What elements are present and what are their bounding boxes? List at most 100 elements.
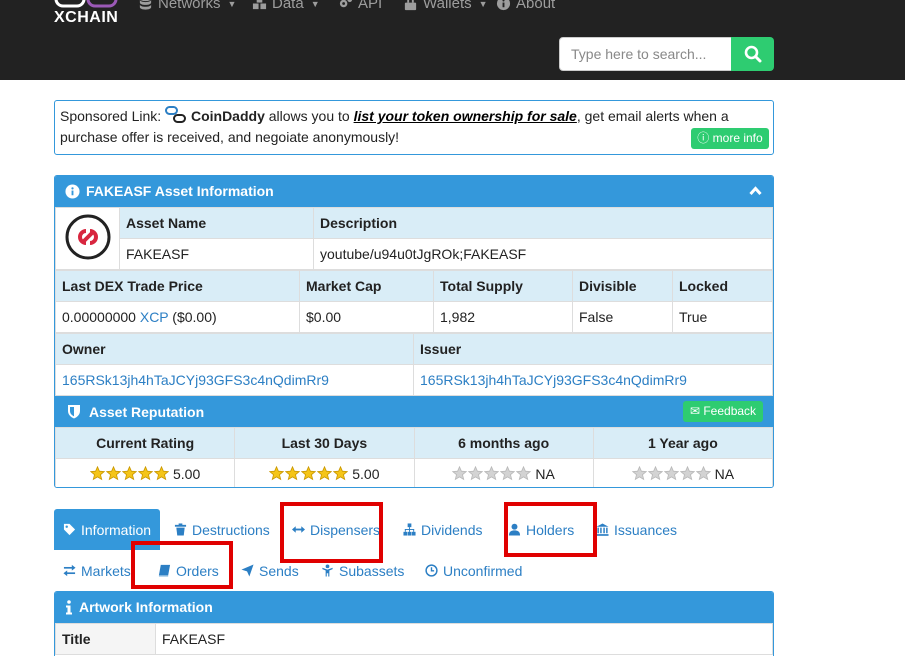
sponsor-link[interactable]: list your token ownership for sale <box>354 108 577 124</box>
star-filled-icon <box>106 466 121 481</box>
feedback-button[interactable]: ✉ Feedback <box>683 401 763 422</box>
more-info-button[interactable]: ⓘ more info <box>691 128 769 149</box>
top-navbar: XCHAIN Networks ▼ Data ▼ API Wallets ▼ A… <box>0 0 905 80</box>
locked-value: True <box>672 301 773 333</box>
tab-sends-label: Sends <box>259 562 299 579</box>
clock-icon <box>425 564 438 577</box>
cubes-icon <box>252 0 267 10</box>
star-empty-icon <box>468 466 484 481</box>
info-circle-icon <box>496 0 511 11</box>
rating-cell-30-days: 5.00 <box>234 458 415 487</box>
star-empty-icon <box>647 466 663 481</box>
search-input[interactable] <box>559 37 732 71</box>
artwork-title-value: FAKEASF <box>155 623 773 655</box>
chevron-up-icon[interactable] <box>749 185 762 197</box>
rating-value: 5.00 <box>352 466 380 482</box>
brand-name[interactable]: XCHAIN <box>54 9 118 27</box>
search-button[interactable] <box>731 37 774 71</box>
price-usd: ($0.00) <box>172 309 217 325</box>
star-filled-icon <box>154 466 169 481</box>
tab-information-label: Information <box>81 521 152 538</box>
description-value: youtube/u94u0tJgROk;FAKEASF <box>313 238 773 270</box>
bank-icon <box>596 523 609 536</box>
asset-icon-cell <box>55 207 120 270</box>
owner-address-link[interactable]: 165RSk13jh4hTaJCYj93GFS3c4nQdimRr9 <box>55 364 414 396</box>
asset-info-title: FAKEASF Asset Information <box>86 183 274 199</box>
info-icon <box>66 600 72 615</box>
artwork-info-title: Artwork Information <box>79 599 213 615</box>
caret-down-icon: ▼ <box>478 0 488 9</box>
tab-dividends-label: Dividends <box>421 521 483 538</box>
coindaddy-logo-icon <box>165 106 187 123</box>
asset-icon <box>65 214 110 260</box>
star-filled-icon <box>285 466 301 481</box>
nav-api[interactable]: API <box>338 0 382 12</box>
nav-about[interactable]: About <box>496 0 555 12</box>
database-icon <box>139 0 152 10</box>
asset-info-header: FAKEASF Asset Information <box>55 176 773 207</box>
market-cap-value: $0.00 <box>299 301 434 333</box>
last-dex-price-header: Last DEX Trade Price <box>55 270 300 302</box>
tab-destructions[interactable]: Destructions <box>165 509 279 550</box>
total-supply-header: Total Supply <box>433 270 573 302</box>
artwork-title-label: Title <box>55 623 156 655</box>
tab-issuances[interactable]: Issuances <box>587 509 686 550</box>
tab-unconfirmed[interactable]: Unconfirmed <box>416 550 531 591</box>
tab-holders-label: Holders <box>526 521 575 538</box>
star-filled-icon <box>122 466 137 481</box>
nav-wallets-label: Wallets <box>423 0 472 12</box>
rating-value: NA <box>714 466 735 482</box>
user-icon <box>508 523 521 536</box>
star-filled-icon <box>138 466 153 481</box>
arrows-h-icon <box>292 526 305 533</box>
search-icon <box>744 45 761 63</box>
rating-header-6-months: 6 months ago <box>413 427 594 459</box>
star-rating <box>452 466 532 481</box>
tab-dividends[interactable]: Dividends <box>394 509 491 550</box>
tab-issuances-label: Issuances <box>614 521 678 538</box>
tab-sends[interactable]: Sends <box>232 550 308 591</box>
send-icon <box>241 564 254 577</box>
owner-header: Owner <box>55 333 414 365</box>
tab-markets[interactable]: Markets <box>54 550 140 591</box>
nav-networks[interactable]: Networks ▼ <box>138 0 236 12</box>
tab-subassets[interactable]: Subassets <box>312 550 413 591</box>
tag-icon <box>63 523 76 536</box>
tab-information[interactable]: Information <box>54 509 161 550</box>
tab-markets-label: Markets <box>81 562 131 579</box>
star-empty-icon <box>663 466 679 481</box>
nav-wallets[interactable]: Wallets ▼ <box>403 0 488 12</box>
star-filled-icon <box>301 466 317 481</box>
star-filled-icon <box>317 466 333 481</box>
asset-name-table: Asset Name Description FAKEASF youtube/u… <box>55 207 773 270</box>
feedback-label: Feedback <box>703 404 757 418</box>
cogs-icon <box>339 0 353 8</box>
nav-data[interactable]: Data ▼ <box>252 0 320 12</box>
star-empty-icon <box>695 466 711 481</box>
nav-about-label: About <box>516 0 556 12</box>
tab-destructions-label: Destructions <box>192 521 270 538</box>
rating-header-30-days: Last 30 Days <box>234 427 415 459</box>
star-empty-icon <box>500 466 516 481</box>
rating-header-current: Current Rating <box>55 427 236 459</box>
sponsor-text-1: allows you to <box>268 108 350 124</box>
rating-cell-current: 5.00 <box>55 458 236 487</box>
tab-dispensers[interactable]: Dispensers <box>283 509 389 550</box>
asset-stats-table: Last DEX Trade Price Market Cap Total Su… <box>55 270 773 333</box>
book-icon <box>158 564 171 577</box>
issuer-address-link[interactable]: 165RSk13jh4hTaJCYj93GFS3c4nQdimRr9 <box>413 364 773 396</box>
lock-icon <box>404 0 417 11</box>
star-rating <box>269 466 349 481</box>
star-empty-icon <box>631 466 647 481</box>
tab-orders[interactable]: Orders <box>149 550 228 591</box>
star-empty-icon <box>452 466 468 481</box>
child-icon <box>322 564 333 577</box>
star-empty-icon <box>484 466 500 481</box>
shield-icon <box>68 405 80 419</box>
issuer-header: Issuer <box>413 333 773 365</box>
rating-header-1-year: 1 Year ago <box>592 427 773 459</box>
asset-name-header: Asset Name <box>119 207 314 239</box>
tab-holders[interactable]: Holders <box>499 509 583 550</box>
price-asset-link[interactable]: XCP <box>140 309 169 325</box>
star-rating <box>90 466 169 481</box>
